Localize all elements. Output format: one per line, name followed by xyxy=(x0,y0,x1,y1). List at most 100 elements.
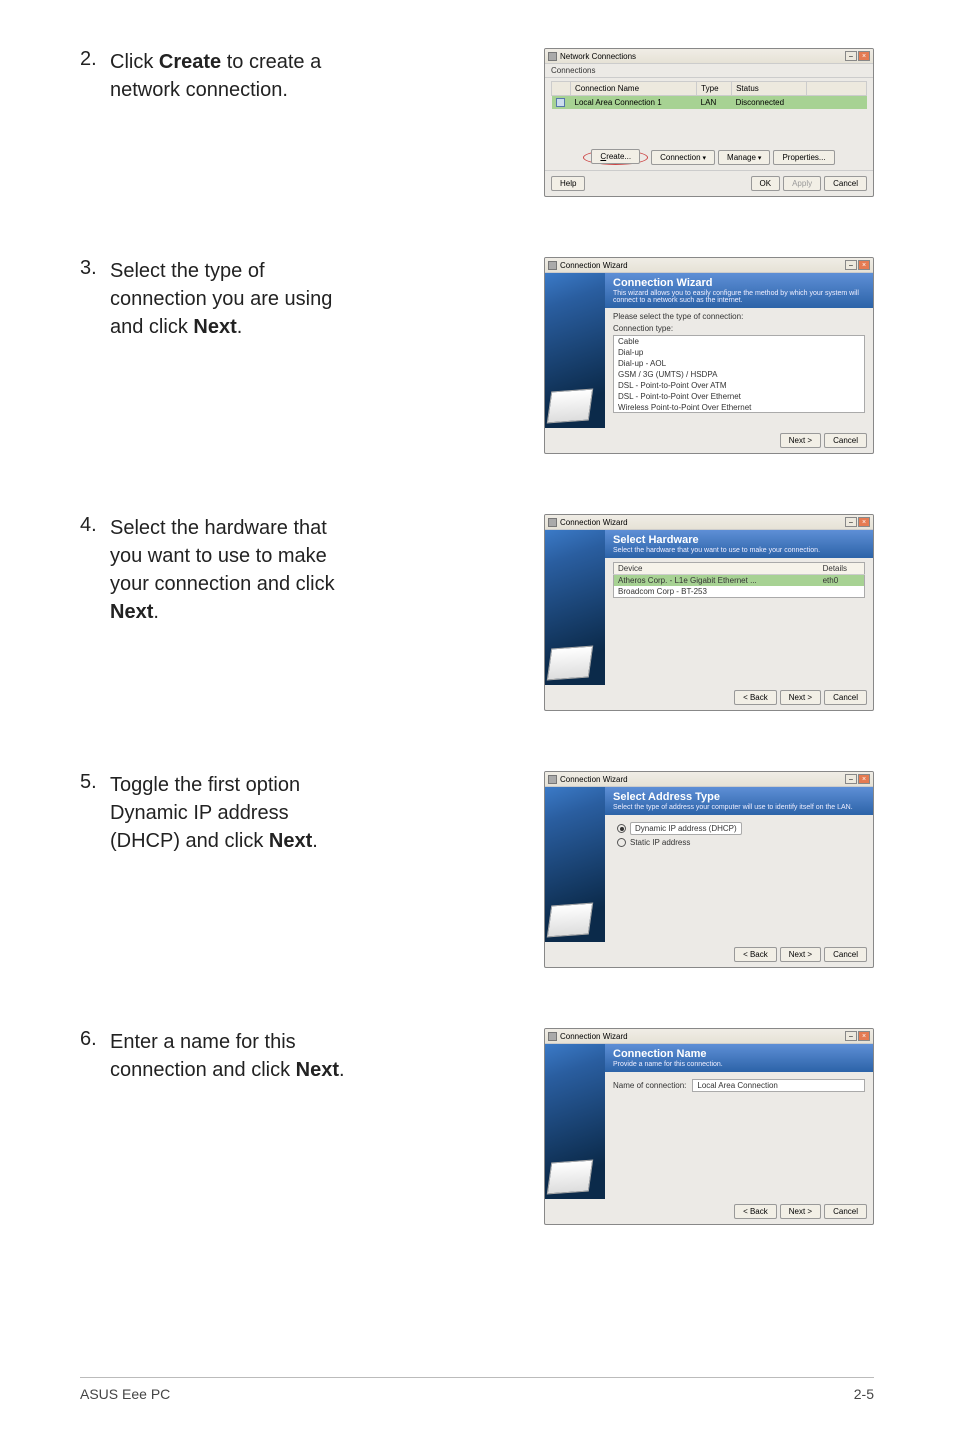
cell-type: LAN xyxy=(697,96,732,110)
wizard-buttons: < Back Next > Cancel xyxy=(545,1199,873,1224)
name-input[interactable]: Local Area Connection xyxy=(692,1079,865,1092)
wizard-desc: Select the type of address your computer… xyxy=(613,804,865,811)
cell-status: Disconnected xyxy=(732,96,807,110)
close-icon[interactable]: × xyxy=(858,260,870,270)
next-button[interactable]: Next > xyxy=(780,1204,821,1219)
create-button[interactable]: Create... xyxy=(591,149,640,164)
table-row[interactable]: Atheros Corp. - L1e Gigabit Ethernet ...… xyxy=(614,575,865,587)
list-item[interactable]: Dial-up xyxy=(614,347,864,358)
step-number: 4. xyxy=(80,514,110,537)
wizard-desc: This wizard allows you to easily configu… xyxy=(613,290,865,304)
window-icon xyxy=(548,52,557,61)
create-highlight: Create... xyxy=(583,150,648,165)
footer-buttons: Help OK Apply Cancel xyxy=(545,170,873,196)
minimize-icon[interactable]: – xyxy=(845,774,857,784)
cancel-button[interactable]: Cancel xyxy=(824,176,867,191)
close-icon[interactable]: × xyxy=(858,774,870,784)
radio-icon xyxy=(617,838,626,847)
cancel-button[interactable]: Cancel xyxy=(824,1204,867,1219)
list-item[interactable]: Wireless Point-to-Point Over Ethernet xyxy=(614,402,864,413)
cell-name: Local Area Connection 1 xyxy=(571,96,697,110)
text-bold: Next xyxy=(296,1059,339,1081)
wizard-header: Select Hardware Select the hardware that… xyxy=(605,530,873,558)
help-button[interactable]: Help xyxy=(551,176,585,191)
step-text: Enter a name for this connection and cli… xyxy=(110,1028,370,1084)
wizard-sidebar-image xyxy=(545,530,605,685)
page-footer: ASUS Eee PC 2-5 xyxy=(80,1377,874,1402)
text-a: Click xyxy=(110,51,159,73)
list-item[interactable]: Cable xyxy=(614,336,864,347)
minimize-icon[interactable]: – xyxy=(845,517,857,527)
next-button[interactable]: Next > xyxy=(780,947,821,962)
cancel-button[interactable]: Cancel xyxy=(824,947,867,962)
text-bold: Create xyxy=(159,51,221,73)
minimize-icon[interactable]: – xyxy=(845,1031,857,1041)
window-title: Connection Wizard xyxy=(560,261,628,270)
window-title: Connection Wizard xyxy=(560,518,628,527)
step-text: Toggle the first option Dynamic IP addre… xyxy=(110,771,370,855)
step-text: Click Create to create a network connect… xyxy=(110,48,370,104)
apply-button: Apply xyxy=(783,176,821,191)
cancel-button[interactable]: Cancel xyxy=(824,690,867,705)
list-item[interactable]: GSM / 3G (UMTS) / HSDPA xyxy=(614,369,864,380)
wizard-buttons: Next > Cancel xyxy=(545,428,873,453)
window-icon xyxy=(548,775,557,784)
next-button[interactable]: Next > xyxy=(780,433,821,448)
static-label: Static IP address xyxy=(630,838,690,847)
static-radio[interactable]: Static IP address xyxy=(617,838,865,847)
text-b: . xyxy=(237,316,243,338)
step-4: 4. Select the hardware that you want to … xyxy=(80,514,874,711)
next-button[interactable]: Next > xyxy=(780,690,821,705)
cancel-button[interactable]: Cancel xyxy=(824,433,867,448)
list-item[interactable]: DSL - Point-to-Point Over ATM xyxy=(614,380,864,391)
table-row[interactable]: Local Area Connection 1 LAN Disconnected xyxy=(552,96,867,110)
wizard-title: Connection Name xyxy=(613,1048,865,1060)
wizard-buttons: < Back Next > Cancel xyxy=(545,942,873,967)
close-icon[interactable]: × xyxy=(858,1031,870,1041)
list-item[interactable]: DSL - Point-to-Point Over Ethernet xyxy=(614,391,864,402)
step-number: 3. xyxy=(80,257,110,280)
text-b: . xyxy=(312,830,318,852)
footer-product: ASUS Eee PC xyxy=(80,1386,170,1402)
list-item[interactable]: Dial-up - AOL xyxy=(614,358,864,369)
window-icon xyxy=(548,518,557,527)
wizard-sidebar-image xyxy=(545,273,605,428)
step-number: 5. xyxy=(80,771,110,794)
connection-wizard-address: Connection Wizard –× Select Address Type… xyxy=(544,771,874,968)
text-bold: Next xyxy=(193,316,236,338)
titlebar: Connection Wizard –× xyxy=(545,1029,873,1044)
close-icon[interactable]: × xyxy=(858,517,870,527)
menu-label: Connections xyxy=(551,66,595,75)
manage-button[interactable]: Manage xyxy=(718,150,770,165)
close-icon[interactable]: × xyxy=(858,51,870,61)
text-bold: Next xyxy=(269,830,312,852)
properties-button[interactable]: Properties... xyxy=(773,150,834,165)
text-b: . xyxy=(339,1059,345,1081)
prompt: Please select the type of connection: xyxy=(613,312,865,321)
col-name: Connection Name xyxy=(571,82,697,96)
connection-button[interactable]: Connection xyxy=(651,150,715,165)
ok-button[interactable]: OK xyxy=(751,176,781,191)
minimize-icon[interactable]: – xyxy=(845,260,857,270)
dhcp-radio[interactable]: Dynamic IP address (DHCP) xyxy=(617,822,865,835)
window-title: Connection Wizard xyxy=(560,1032,628,1041)
table-row[interactable]: Broadcom Corp - BT-253 xyxy=(614,586,865,598)
name-label: Name of connection: xyxy=(613,1081,686,1090)
titlebar: Network Connections – × xyxy=(545,49,873,64)
back-button[interactable]: < Back xyxy=(734,947,777,962)
wizard-header: Connection Name Provide a name for this … xyxy=(605,1044,873,1072)
back-button[interactable]: < Back xyxy=(734,1204,777,1219)
step-number: 2. xyxy=(80,48,110,71)
hardware-table[interactable]: DeviceDetails Atheros Corp. - L1e Gigabi… xyxy=(613,562,865,598)
connection-icon xyxy=(556,98,565,107)
radio-icon xyxy=(617,824,626,833)
step-6: 6. Enter a name for this connection and … xyxy=(80,1028,874,1225)
back-button[interactable]: < Back xyxy=(734,690,777,705)
step-2: 2. Click Create to create a network conn… xyxy=(80,48,874,197)
titlebar: Connection Wizard –× xyxy=(545,258,873,273)
connection-type-listbox[interactable]: CableDial-upDial-up - AOLGSM / 3G (UMTS)… xyxy=(613,335,865,413)
window-icon xyxy=(548,1032,557,1041)
minimize-icon[interactable]: – xyxy=(845,51,857,61)
col-device: Device xyxy=(614,563,819,575)
menu-connections[interactable]: Connections xyxy=(545,64,873,78)
